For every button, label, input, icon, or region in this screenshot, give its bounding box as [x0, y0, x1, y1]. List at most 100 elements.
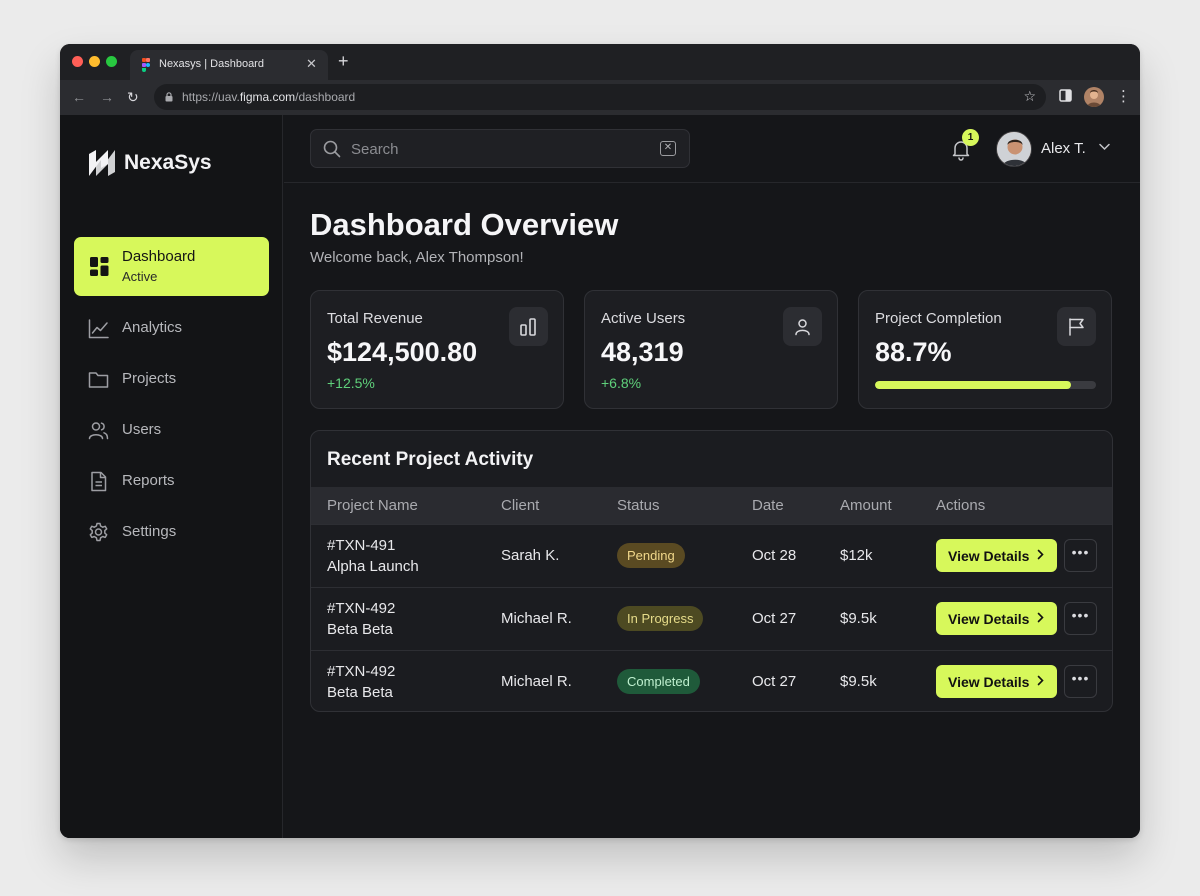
- new-tab-button[interactable]: +: [338, 52, 349, 70]
- analytics-icon: [88, 319, 109, 339]
- card-value: 48,319: [601, 337, 684, 367]
- search-icon: [323, 140, 341, 158]
- view-details-button[interactable]: View Details: [936, 665, 1057, 698]
- app-name: NexaSys: [124, 151, 212, 174]
- folder-icon: [88, 372, 109, 388]
- tab-title: Nexasys | Dashboard: [159, 58, 264, 70]
- project-name: Alpha Launch: [327, 558, 419, 575]
- table-header: Project Name Client Status Date Amount A…: [311, 487, 1112, 524]
- more-options-button[interactable]: •••: [1064, 539, 1097, 572]
- chevron-right-icon: [1037, 675, 1044, 686]
- sidebar-item-users[interactable]: Users: [74, 410, 269, 450]
- clear-search-icon[interactable]: ✕: [660, 141, 676, 156]
- reload-icon[interactable]: ↻: [127, 88, 139, 106]
- project-id: #TXN-491: [327, 537, 396, 554]
- minimize-window-button[interactable]: [89, 56, 100, 67]
- sidebar: NexaSys Dashboard Active Analytics Proje…: [60, 115, 283, 838]
- sidebar-item-label: Settings: [122, 523, 177, 540]
- search-input[interactable]: [351, 139, 651, 159]
- stat-card-completion: Project Completion 88.7%: [858, 290, 1112, 409]
- more-options-button[interactable]: •••: [1064, 665, 1097, 698]
- card-value: $124,500.80: [327, 337, 478, 367]
- close-window-button[interactable]: [72, 56, 83, 67]
- progress-fill: [875, 381, 1072, 389]
- sidebar-item-reports[interactable]: Reports: [74, 461, 269, 501]
- column-header: Status: [617, 497, 660, 514]
- sidebar-item-label: Dashboard: [122, 248, 196, 265]
- users-icon: [88, 422, 109, 440]
- recent-activity-table: Recent Project Activity Project Name Cli…: [310, 430, 1113, 712]
- status-badge: In Progress: [617, 606, 704, 631]
- page-subtitle: Welcome back, Alex Thompson!: [310, 249, 524, 266]
- address-bar[interactable]: https://uav.figma.com/dashboard ☆: [154, 84, 1046, 110]
- maximize-window-button[interactable]: [106, 56, 117, 67]
- project-name: Beta Beta: [327, 684, 393, 701]
- card-label: Project Completion: [875, 310, 1002, 327]
- amount: $9.5k: [840, 610, 877, 627]
- table-row: #TXN-492 Beta Beta Michael R. Completed …: [311, 650, 1112, 711]
- sidebar-item-projects[interactable]: Projects: [74, 359, 269, 399]
- status-badge: Completed: [617, 669, 700, 694]
- avatar[interactable]: [996, 131, 1032, 167]
- flag-icon: [1069, 318, 1084, 336]
- sidebar-item-label: Reports: [122, 472, 175, 489]
- table-row: #TXN-491 Alpha Launch Sarah K. Pending O…: [311, 524, 1112, 587]
- search-box: ✕: [310, 129, 690, 168]
- notification-badge: 1: [962, 129, 979, 146]
- browser-toolbar: ← → ↻ https://uav.figma.com/dashboard ☆ …: [60, 80, 1140, 115]
- status-badge: Pending: [617, 543, 685, 568]
- sidebar-item-analytics[interactable]: Analytics: [74, 308, 269, 348]
- column-header: Actions: [936, 497, 986, 514]
- column-header: Project Name: [327, 497, 418, 514]
- amount: $9.5k: [840, 673, 877, 690]
- user-name[interactable]: Alex T.: [1041, 140, 1086, 157]
- sidebar-item-label: Projects: [122, 370, 177, 387]
- button-label: View Details: [948, 673, 1030, 690]
- chevron-right-icon: [1037, 612, 1044, 623]
- view-details-button[interactable]: View Details: [936, 602, 1057, 635]
- bookmark-star-icon[interactable]: ☆: [1023, 88, 1036, 105]
- chevron-down-icon[interactable]: [1099, 143, 1110, 151]
- date: Oct 27: [752, 673, 797, 690]
- card-change: +6.8%: [601, 375, 642, 391]
- chevron-right-icon: [1037, 549, 1044, 560]
- button-label: View Details: [948, 547, 1030, 564]
- close-tab-icon[interactable]: ✕: [306, 56, 317, 72]
- bar-chart-icon: [520, 318, 536, 336]
- nexasys-logo-icon: [89, 150, 115, 176]
- profile-avatar[interactable]: [1084, 87, 1104, 107]
- date: Oct 28: [752, 547, 797, 564]
- browser-menu-icon[interactable]: ⋮: [1116, 88, 1131, 106]
- column-header: Date: [752, 497, 784, 514]
- column-header: Client: [501, 497, 540, 514]
- forward-icon[interactable]: →: [100, 88, 114, 106]
- client-name: Sarah K.: [501, 547, 560, 564]
- sidebar-item-label: Users: [122, 421, 162, 438]
- card-value: 88.7%: [875, 337, 952, 367]
- report-icon: [91, 471, 107, 492]
- user-icon: [795, 319, 810, 336]
- card-icon-box: [1057, 307, 1096, 346]
- more-options-button[interactable]: •••: [1064, 602, 1097, 635]
- completion-progress-bar: [875, 381, 1096, 389]
- app-root: NexaSys Dashboard Active Analytics Proje…: [60, 115, 1140, 838]
- back-icon[interactable]: ←: [72, 88, 86, 106]
- figma-icon: [142, 58, 151, 72]
- project-id: #TXN-492: [327, 600, 396, 617]
- page-title: Dashboard Overview: [310, 207, 619, 242]
- browser-tab-strip: Nexasys | Dashboard ✕ +: [60, 44, 1140, 80]
- stat-card-revenue: Total Revenue $124,500.80 +12.5%: [310, 290, 564, 409]
- sidebar-item-dashboard[interactable]: Dashboard Active: [74, 237, 269, 296]
- sidebar-item-settings[interactable]: Settings: [74, 512, 269, 552]
- date: Oct 27: [752, 610, 797, 627]
- browser-tab[interactable]: Nexasys | Dashboard ✕: [130, 50, 328, 80]
- top-bar: ✕ 1 Alex T.: [284, 115, 1140, 183]
- sidebar-panel-icon[interactable]: [1059, 89, 1072, 102]
- project-name: Beta Beta: [327, 621, 393, 638]
- card-icon-box: [783, 307, 822, 346]
- client-name: Michael R.: [501, 673, 572, 690]
- stat-card-users: Active Users 48,319 +6.8%: [584, 290, 838, 409]
- button-label: View Details: [948, 610, 1030, 627]
- card-label: Total Revenue: [327, 310, 423, 327]
- view-details-button[interactable]: View Details: [936, 539, 1057, 572]
